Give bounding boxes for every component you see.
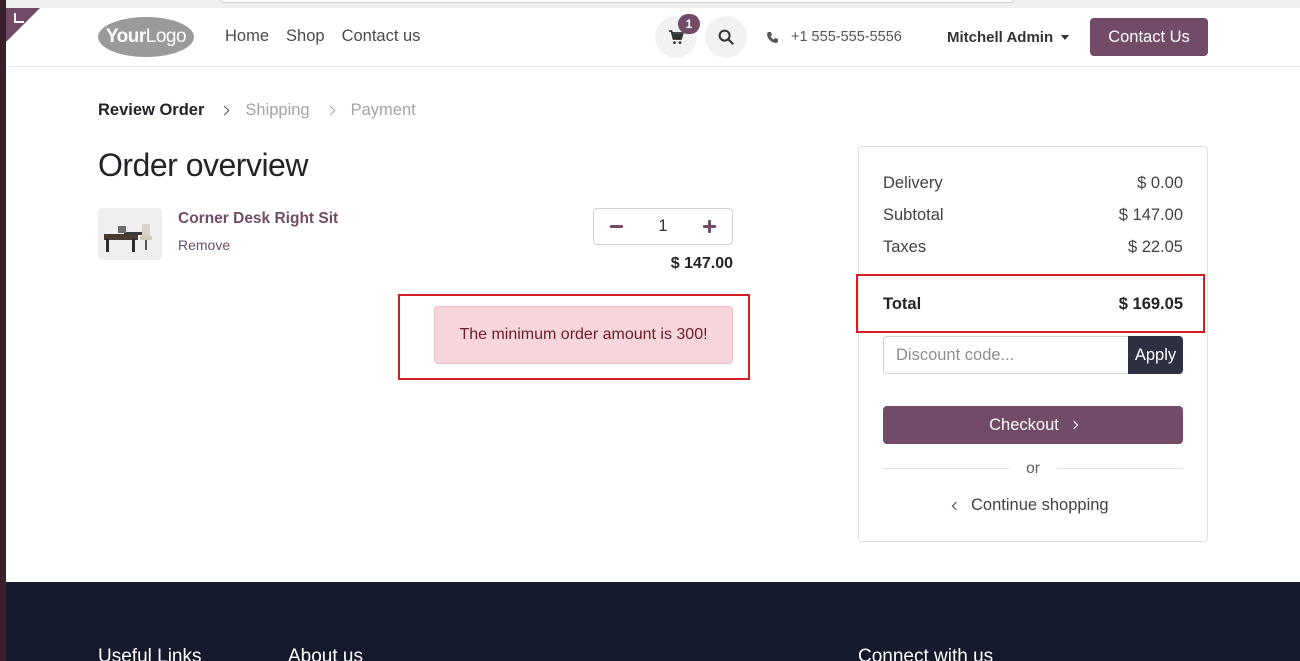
total-row: Total $ 169.05 bbox=[883, 295, 1183, 314]
minus-icon[interactable] bbox=[610, 220, 623, 233]
plus-icon[interactable] bbox=[703, 220, 716, 233]
step-review-order[interactable]: Review Order bbox=[98, 101, 204, 120]
continue-shopping-label: Continue shopping bbox=[971, 496, 1109, 514]
total-label: Total bbox=[883, 295, 922, 313]
checkout-steps: Review Order Shipping Payment bbox=[98, 101, 416, 120]
quantity-value[interactable]: 1 bbox=[658, 217, 667, 236]
chevron-right-icon bbox=[219, 105, 230, 116]
phone-icon bbox=[767, 31, 778, 43]
continue-shopping-link[interactable]: Continue shopping bbox=[951, 496, 1109, 515]
minimum-order-alert: The minimum order amount is 300! bbox=[434, 306, 733, 364]
page-title: Order overview bbox=[98, 147, 308, 183]
nav-home[interactable]: Home bbox=[225, 27, 269, 46]
delivery-value: $ 0.00 bbox=[1137, 174, 1183, 192]
browser-top-strip bbox=[6, 0, 1300, 8]
subtotal-row: Subtotal $ 147.00 bbox=[883, 206, 1183, 225]
checkout-button[interactable]: Checkout bbox=[883, 406, 1183, 444]
step-payment: Payment bbox=[350, 101, 416, 119]
site-header: YourLogo Home Shop Contact us 1 +1 555-5… bbox=[6, 8, 1300, 67]
logo[interactable]: YourLogo bbox=[98, 17, 194, 57]
line-price: $ 147.00 bbox=[670, 255, 733, 272]
taxes-value: $ 22.05 bbox=[1127, 238, 1183, 256]
phone-link[interactable]: +1 555-555-5556 bbox=[766, 29, 902, 45]
product-thumbnail[interactable] bbox=[98, 208, 162, 260]
footer-about-us-heading: About us bbox=[288, 646, 363, 661]
apply-button[interactable]: Apply bbox=[1128, 336, 1183, 374]
caret-down-icon bbox=[1061, 35, 1070, 40]
product-name-link[interactable]: Corner Desk Right Sit bbox=[178, 210, 338, 228]
user-menu[interactable]: Mitchell Admin bbox=[947, 29, 1070, 46]
subtotal-value: $ 147.00 bbox=[1118, 206, 1183, 224]
remove-link[interactable]: Remove bbox=[178, 237, 230, 253]
step-shipping: Shipping bbox=[245, 101, 310, 119]
contact-us-button[interactable]: Contact Us bbox=[1090, 18, 1208, 56]
delivery-label: Delivery bbox=[883, 174, 943, 192]
checkout-label: Checkout bbox=[989, 415, 1059, 434]
page: YourLogo Home Shop Contact us 1 +1 555-5… bbox=[6, 0, 1300, 661]
logo-text: Logo bbox=[145, 26, 187, 47]
main-nav: Home Shop Contact us bbox=[225, 27, 420, 46]
quantity-stepper: 1 bbox=[593, 208, 733, 245]
user-name: Mitchell Admin bbox=[947, 29, 1054, 46]
subtotal-label: Subtotal bbox=[883, 206, 944, 224]
delivery-row: Delivery $ 0.00 bbox=[883, 174, 1183, 193]
search-icon bbox=[718, 29, 734, 45]
search-button[interactable] bbox=[705, 16, 747, 58]
chevron-right-icon bbox=[1069, 420, 1079, 430]
divider-left bbox=[883, 468, 1009, 469]
footer-useful-links-heading: Useful Links bbox=[98, 646, 202, 661]
desk-image bbox=[98, 208, 162, 260]
total-value: $ 169.05 bbox=[1118, 295, 1183, 313]
cart-count-badge: 1 bbox=[678, 14, 700, 34]
or-separator: or bbox=[1026, 460, 1040, 477]
nav-shop[interactable]: Shop bbox=[286, 27, 325, 46]
taxes-label: Taxes bbox=[883, 238, 927, 256]
logo-text-bold: Your bbox=[105, 26, 146, 47]
taxes-row: Taxes $ 22.05 bbox=[883, 238, 1183, 257]
url-bar[interactable] bbox=[220, 0, 1014, 3]
divider-right bbox=[1057, 468, 1183, 469]
nav-contact-us[interactable]: Contact us bbox=[342, 27, 421, 46]
phone-number: +1 555-555-5556 bbox=[791, 29, 902, 45]
chevron-right-icon bbox=[325, 105, 336, 116]
discount-code-input[interactable] bbox=[883, 336, 1128, 374]
chevron-left-icon bbox=[951, 501, 961, 510]
discount-form: Apply bbox=[883, 336, 1183, 374]
footer-connect-heading: Connect with us bbox=[858, 646, 994, 661]
